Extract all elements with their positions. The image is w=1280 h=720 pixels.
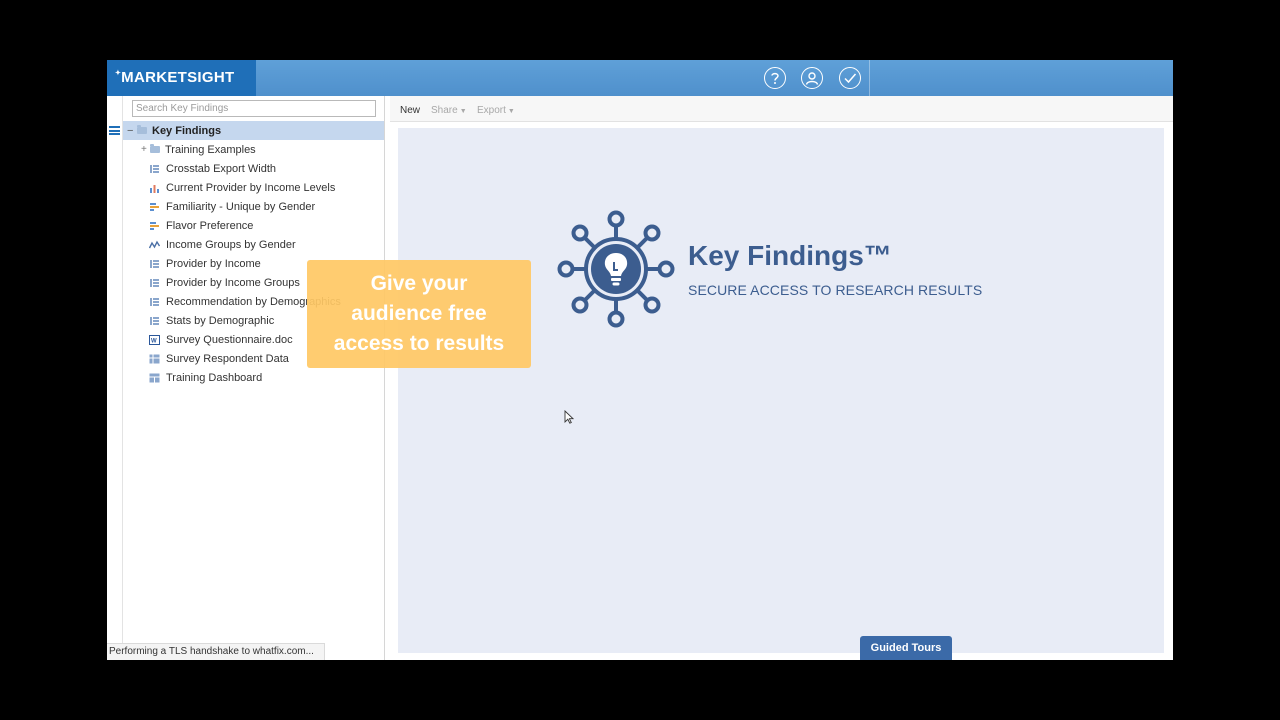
left-rail (107, 96, 123, 660)
marketsight-logo[interactable]: ✦MARKETSIGHT (107, 60, 256, 96)
top-header: ✦MARKETSIGHT (107, 60, 1173, 96)
tree-item-flavor-preference[interactable]: Flavor Preference (149, 216, 253, 235)
main-toolbar: New Share ▼ Export ▼ (390, 96, 1173, 122)
svg-text:W: W (151, 338, 157, 344)
tree-item-label: Crosstab Export Width (166, 162, 277, 175)
folder-icon (150, 144, 160, 153)
tree-item-stats-by-demographic[interactable]: Stats by Demographic (149, 311, 274, 330)
tree-item-survey-questionnaire-doc[interactable]: W Survey Questionnaire.doc (149, 330, 293, 349)
bar-h-icon (150, 221, 159, 230)
line-chart-icon (149, 240, 160, 248)
table-icon (150, 278, 159, 287)
tree-item-label: Survey Questionnaire.doc (166, 333, 293, 346)
check-icon[interactable] (839, 67, 861, 89)
logo-text: MARKETSIGHT (121, 69, 235, 86)
tree-item-familiarity-unique-by-gender[interactable]: Familiarity - Unique by Gender (149, 197, 315, 216)
collapse-icon[interactable]: − (127, 125, 137, 137)
table-icon (150, 164, 159, 173)
key-findings-title: Key Findings™ (688, 240, 892, 271)
callout-line: audience free (351, 302, 487, 325)
folder-icon (137, 125, 147, 134)
dashboard-icon (149, 373, 160, 382)
tree-item-current-provider-by-income-levels[interactable]: Current Provider by Income Levels (149, 178, 335, 197)
promo-callout: Give your audience free access to result… (307, 260, 531, 368)
tree-item-label: Flavor Preference (166, 219, 254, 232)
table-icon (150, 297, 159, 306)
key-findings-subtitle: SECURE ACCESS TO RESEARCH RESULTS (688, 282, 983, 298)
search-key-findings-input[interactable] (132, 100, 376, 117)
tree-item-label: Income Groups by Gender (166, 238, 296, 251)
app-window: ✦MARKETSIGHT − Key Findings + Training E… (107, 60, 1173, 660)
user-icon[interactable] (801, 67, 823, 89)
new-button[interactable]: New (400, 105, 420, 116)
help-icon[interactable] (764, 67, 786, 89)
tree-item-label: Familiarity - Unique by Gender (166, 200, 316, 213)
tree-item-label: Provider by Income Groups (166, 276, 300, 289)
tree-item-label: Training Dashboard (166, 371, 263, 384)
share-label: Share (431, 105, 458, 116)
tree-item-income-groups-by-gender[interactable]: Income Groups by Gender (149, 235, 296, 254)
table-icon (150, 259, 159, 268)
tree-item-survey-respondent-data[interactable]: Survey Respondent Data (149, 349, 289, 368)
tree-item-label: Training Examples (165, 143, 256, 156)
word-doc-icon: W (149, 334, 160, 345)
tree-root-key-findings[interactable]: − Key Findings (123, 121, 384, 140)
key-findings-lightbulb-network-icon (557, 210, 675, 328)
tree-item-provider-by-income-groups[interactable]: Provider by Income Groups (149, 273, 300, 292)
status-bar: Performing a TLS handshake to whatfix.co… (107, 643, 325, 660)
share-menu[interactable]: Share ▼ (431, 105, 467, 116)
export-label: Export (477, 105, 506, 116)
bar-chart-icon (150, 184, 159, 193)
tree-item-label: Provider by Income (166, 257, 261, 270)
tree-item-label: Current Provider by Income Levels (166, 181, 336, 194)
logo-star-icon: ✦ (115, 70, 122, 77)
tree-item-provider-by-income[interactable]: Provider by Income (149, 254, 261, 273)
content-canvas: Key Findings™ SECURE ACCESS TO RESEARCH … (398, 128, 1164, 653)
callout-line: Give your (370, 272, 468, 295)
hamburger-menu-icon[interactable] (109, 126, 120, 135)
tree-item-label: Stats by Demographic (166, 314, 275, 327)
tree-item-training-dashboard[interactable]: Training Dashboard (149, 368, 262, 387)
bar-h-icon (150, 202, 159, 211)
tree-item-training-examples[interactable]: + Training Examples (141, 140, 256, 159)
guided-tours-button[interactable]: Guided Tours (860, 636, 952, 660)
callout-line: access to results (333, 332, 505, 355)
tree-item-label: Survey Respondent Data (166, 352, 289, 365)
key-findings-sidebar: − Key Findings + Training Examples Cross… (123, 96, 385, 660)
tree-root-label: Key Findings (152, 124, 222, 137)
tree-item-crosstab-export-width[interactable]: Crosstab Export Width (149, 159, 276, 178)
chevron-down-icon: ▼ (459, 108, 467, 115)
expand-icon[interactable]: + (141, 144, 150, 155)
export-menu[interactable]: Export ▼ (477, 105, 515, 116)
header-divider (869, 60, 870, 96)
chevron-down-icon: ▼ (507, 108, 515, 115)
mouse-cursor-icon (564, 410, 574, 424)
grid-icon (149, 354, 160, 363)
table-icon (150, 316, 159, 325)
